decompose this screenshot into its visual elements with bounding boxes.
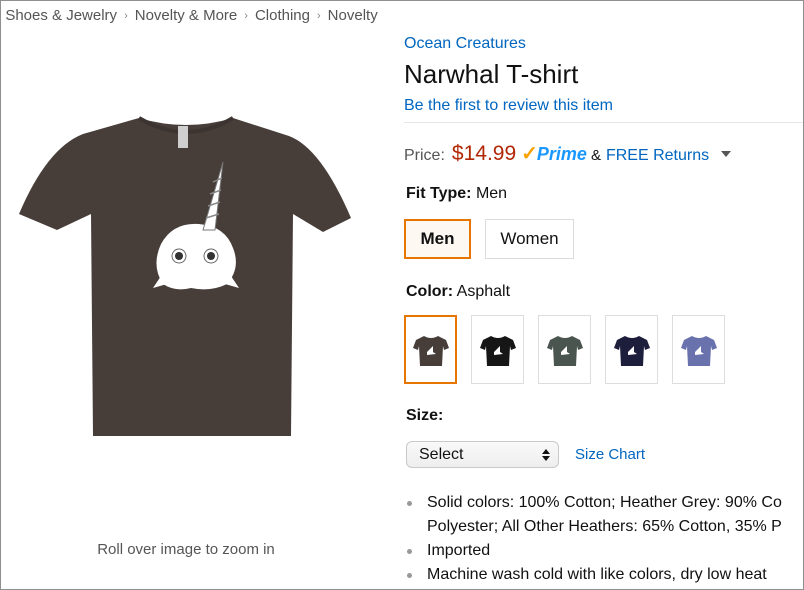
price-value: $14.99 bbox=[451, 142, 517, 165]
prime-label: Prime bbox=[536, 144, 587, 164]
breadcrumb-separator-icon: › bbox=[244, 10, 248, 22]
page-frame: , Shoes & Jewelry › Novelty & More › Clothin… bbox=[0, 0, 804, 590]
feature-text: Polyester; All Other Heathers: 65% Cotto… bbox=[427, 518, 782, 535]
size-select[interactable]: Select bbox=[406, 441, 559, 468]
feature-bullets: Solid colors: 100% Cotton; Heather Grey:… bbox=[404, 491, 803, 587]
tshirt-tag bbox=[178, 126, 188, 148]
breadcrumb-item-jewelry[interactable]: , Shoes & Jewelry bbox=[1, 7, 117, 24]
size-chart-link[interactable]: Size Chart bbox=[575, 446, 645, 463]
swatch-tshirt-icon bbox=[613, 335, 650, 366]
feature-text: Machine wash cold with like colors, dry … bbox=[427, 566, 767, 583]
breadcrumb-separator-icon: › bbox=[124, 10, 128, 22]
color-swatch[interactable] bbox=[538, 315, 591, 384]
color-heading: Color: bbox=[406, 283, 454, 300]
product-title: Narwhal T-shirt bbox=[404, 59, 579, 89]
swatch-tshirt-icon bbox=[680, 335, 717, 366]
color-swatches bbox=[404, 315, 725, 384]
swatch-tshirt-icon bbox=[412, 335, 449, 366]
color-swatch[interactable] bbox=[471, 315, 524, 384]
feature-text: Imported bbox=[427, 542, 491, 559]
breadcrumb: , Shoes & Jewelry › Novelty & More › Clothin… bbox=[1, 7, 378, 24]
fit-option-men[interactable]: Men bbox=[404, 219, 471, 259]
color-swatch[interactable] bbox=[605, 315, 658, 384]
color-label: Color: Asphalt bbox=[406, 283, 510, 301]
prime-badge: ✓ Prime bbox=[521, 141, 587, 166]
fit-type-heading: Fit Type: bbox=[406, 185, 472, 202]
size-select-value: Select bbox=[419, 445, 464, 463]
tshirt-image bbox=[19, 116, 351, 436]
free-returns-link[interactable]: FREE Returns bbox=[606, 147, 709, 165]
fit-type-label: Fit Type: Men bbox=[406, 185, 507, 203]
select-arrows-icon bbox=[542, 448, 550, 461]
product-image[interactable] bbox=[11, 106, 361, 446]
feature-bullet: Imported bbox=[404, 539, 803, 563]
prime-check-icon: ✓ bbox=[521, 143, 538, 165]
breadcrumb-item-novelty[interactable]: Novelty bbox=[328, 7, 378, 24]
size-heading: Size: bbox=[406, 407, 444, 424]
feature-bullet: Solid colors: 100% Cotton; Heather Grey:… bbox=[404, 491, 803, 539]
color-selected: Asphalt bbox=[456, 283, 511, 300]
ampersand: & bbox=[590, 147, 601, 164]
breadcrumb-item-clothing[interactable]: Clothing bbox=[255, 7, 310, 24]
caret-down-icon[interactable] bbox=[721, 151, 732, 157]
size-label: Size: bbox=[406, 407, 443, 425]
fit-option-women[interactable]: Women bbox=[485, 219, 574, 259]
zoom-hint: Roll over image to zoom in bbox=[97, 541, 275, 558]
divider bbox=[404, 122, 803, 123]
swatch-tshirt-icon bbox=[546, 335, 583, 366]
fit-type-options: Men Women bbox=[404, 219, 574, 259]
feature-text: Solid colors: 100% Cotton; Heather Grey:… bbox=[427, 494, 782, 511]
feature-bullet: Machine wash cold with like colors, dry … bbox=[404, 563, 803, 587]
review-link[interactable]: Be the first to review this item bbox=[404, 97, 613, 115]
fit-type-selected: Men bbox=[475, 185, 508, 202]
color-swatch[interactable] bbox=[404, 315, 457, 384]
price-label: Price: bbox=[404, 147, 445, 164]
breadcrumb-item-novelty-more[interactable]: Novelty & More bbox=[135, 7, 238, 24]
swatch-tshirt-icon bbox=[479, 335, 516, 366]
brand-link[interactable]: Ocean Creatures bbox=[404, 35, 526, 53]
breadcrumb-separator-icon: › bbox=[317, 10, 321, 22]
color-swatch[interactable] bbox=[672, 315, 725, 384]
price-row: Price: $14.99 ✓ Prime & FREE Returns bbox=[404, 141, 732, 166]
